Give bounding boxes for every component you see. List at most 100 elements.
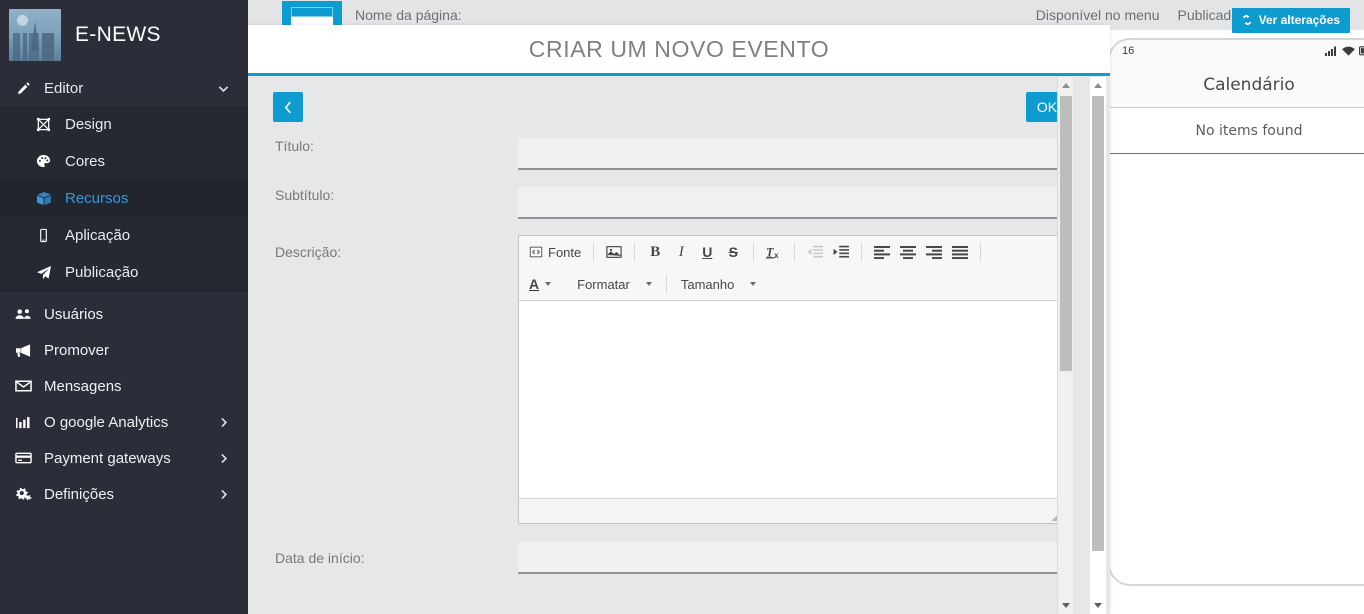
outdent-button[interactable] xyxy=(803,240,827,264)
sidebar-item-mensagens-label: Mensagens xyxy=(44,377,122,395)
image-button[interactable] xyxy=(602,240,626,264)
titulo-input[interactable] xyxy=(518,138,1068,170)
sidebar-item-payment-gateways[interactable]: Payment gateways xyxy=(0,440,248,476)
text-color-button[interactable]: A xyxy=(525,272,555,296)
sidebar-item-aplicacao[interactable]: Aplicação xyxy=(0,217,248,254)
phone-status-time: 16 xyxy=(1122,45,1135,57)
sidebar-item-mensagens[interactable]: Mensagens xyxy=(0,368,248,404)
sidebar-item-publicacao[interactable]: Publicação xyxy=(0,254,248,291)
sidebar-group-editor[interactable]: Editor xyxy=(0,70,248,106)
descricao-editor-area[interactable] xyxy=(519,301,1067,498)
modal-header: CRIAR UM NOVO EVENTO xyxy=(248,25,1110,76)
field-data-inicio: Data de início: xyxy=(248,542,1078,574)
bold-button[interactable]: B xyxy=(643,240,667,264)
field-subtitulo: Subtítulo: xyxy=(248,187,1078,219)
signal-icon xyxy=(1325,46,1336,56)
users-icon xyxy=(14,306,33,323)
menu-availability-label: Disponível no menu xyxy=(1035,7,1160,23)
sidebar-item-usuarios-label: Usuários xyxy=(44,305,104,323)
indent-button[interactable] xyxy=(829,240,853,264)
field-data-inicio-label: Data de início: xyxy=(275,550,365,566)
sidebar-item-aplicacao-label: Aplicação xyxy=(65,227,131,244)
sidebar-group-editor-label: Editor xyxy=(44,79,84,97)
subtitulo-input[interactable] xyxy=(518,187,1068,219)
strikethrough-button[interactable]: S xyxy=(721,240,745,264)
scroll-up-arrow[interactable] xyxy=(1090,77,1106,94)
brand-title: E-NEWS xyxy=(75,23,161,46)
sidebar-item-design-label: Design xyxy=(65,116,112,133)
sidebar-item-publicacao-label: Publicação xyxy=(65,264,139,281)
chevron-down-icon[interactable] xyxy=(217,82,230,95)
svg-text:T: T xyxy=(766,245,774,259)
outdent-icon xyxy=(807,245,824,258)
remove-format-button[interactable]: Tx xyxy=(762,240,786,264)
rich-text-editor: Fonte B I U S T x A Formatar Tamanho xyxy=(518,235,1068,524)
scroll-down-arrow[interactable] xyxy=(1090,597,1106,614)
data-inicio-input[interactable] xyxy=(518,542,1068,574)
city-skyline-logo xyxy=(9,9,61,61)
format-dropdown-label: Formatar xyxy=(577,276,630,292)
align-right-icon xyxy=(926,245,943,259)
source-code-icon xyxy=(529,246,543,258)
italic-button[interactable]: I xyxy=(669,240,693,264)
modal-scrollbar-thumb[interactable] xyxy=(1060,96,1072,371)
chevron-right-icon[interactable] xyxy=(217,452,230,465)
align-center-button[interactable] xyxy=(896,240,920,264)
align-left-button[interactable] xyxy=(870,240,894,264)
page-scrollbar[interactable] xyxy=(1090,77,1106,614)
chevron-right-icon[interactable] xyxy=(217,488,230,501)
sidebar-item-cores-label: Cores xyxy=(65,153,106,170)
view-changes-button[interactable]: Ver alterações xyxy=(1231,8,1350,33)
phone-screen-title: Calendário xyxy=(1110,62,1364,108)
brand-header: E-NEWS xyxy=(0,0,248,70)
remove-format-icon: Tx xyxy=(766,245,779,260)
mobile-icon xyxy=(34,228,53,243)
sidebar-item-recursos-label: Recursos xyxy=(65,190,129,207)
align-center-icon xyxy=(900,245,917,259)
underline-button[interactable]: U xyxy=(695,240,719,264)
sidebar-item-design[interactable]: Design xyxy=(0,106,248,143)
align-right-button[interactable] xyxy=(922,240,946,264)
sidebar-item-definicoes[interactable]: Definições xyxy=(0,476,248,512)
modal-scrollbar[interactable] xyxy=(1057,77,1073,614)
rte-footer xyxy=(519,498,1067,523)
format-dropdown[interactable]: Formatar xyxy=(571,272,658,296)
toolbar-separator xyxy=(753,243,755,261)
toolbar-separator xyxy=(634,243,636,261)
toolbar-separator xyxy=(861,243,863,261)
indent-icon xyxy=(833,245,850,258)
field-titulo-label: Título: xyxy=(275,138,314,154)
bar-chart-icon xyxy=(14,415,33,430)
device-preview-area: 16 Calendário No items found xyxy=(1090,30,1364,614)
size-dropdown-label: Tamanho xyxy=(680,276,735,292)
source-button[interactable]: Fonte xyxy=(525,240,585,264)
chevron-right-icon[interactable] xyxy=(217,416,230,429)
credit-card-icon xyxy=(14,451,33,465)
size-dropdown[interactable]: Tamanho xyxy=(675,272,762,296)
rte-toolbar: Fonte B I U S T x A Formatar Tamanho xyxy=(519,236,1067,301)
align-justify-button[interactable] xyxy=(948,240,972,264)
align-justify-icon xyxy=(952,245,969,259)
modal-title: CRIAR UM NOVO EVENTO xyxy=(528,35,830,62)
phone-mockup: 16 Calendário No items found xyxy=(1108,38,1364,586)
palette-icon xyxy=(34,154,53,169)
chevron-down-icon xyxy=(645,282,652,286)
sidebar-item-cores[interactable]: Cores xyxy=(0,143,248,180)
scroll-down-arrow[interactable] xyxy=(1058,597,1074,614)
megaphone-icon xyxy=(14,343,33,358)
app-root: E-NEWS Editor Design Cores Recursos Apli… xyxy=(0,0,1364,614)
phone-status-indicators xyxy=(1325,46,1364,56)
refresh-icon xyxy=(1242,15,1251,25)
sidebar-item-usuarios[interactable]: Usuários xyxy=(0,296,248,332)
chevron-down-icon xyxy=(545,282,552,286)
pencil-icon xyxy=(14,81,33,96)
sidebar-item-promover[interactable]: Promover xyxy=(0,332,248,368)
back-button[interactable] xyxy=(273,92,303,122)
page-scrollbar-thumb[interactable] xyxy=(1092,96,1104,551)
sidebar: E-NEWS Editor Design Cores Recursos Apli… xyxy=(0,0,248,614)
sidebar-item-google-analytics[interactable]: O google Analytics xyxy=(0,404,248,440)
view-changes-label: Ver alterações xyxy=(1258,13,1340,27)
modal-action-row: OK xyxy=(248,76,1078,138)
sidebar-item-recursos[interactable]: Recursos xyxy=(0,180,248,217)
scroll-up-arrow[interactable] xyxy=(1058,77,1074,94)
